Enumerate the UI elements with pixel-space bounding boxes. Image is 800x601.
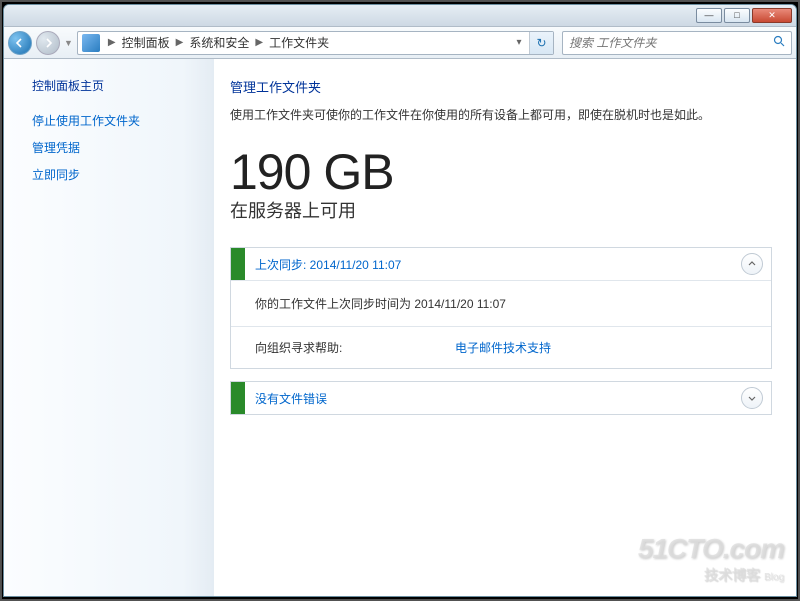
main-content: 管理工作文件夹 使用工作文件夹可使你的工作文件在你使用的所有设备上都可用，即使在…	[214, 59, 796, 596]
sync-panel-header[interactable]: 上次同步: 2014/11/20 11:07	[231, 248, 771, 280]
error-panel-header[interactable]: 没有文件错误	[231, 382, 771, 414]
sync-panel-body: 你的工作文件上次同步时间为 2014/11/20 11:07	[231, 280, 771, 326]
refresh-button[interactable]: ↻	[529, 32, 553, 54]
error-status-panel: 没有文件错误	[230, 381, 772, 415]
email-support-link[interactable]: 电子邮件技术支持	[455, 339, 551, 356]
status-bar-icon	[231, 248, 245, 280]
close-button[interactable]: ✕	[752, 8, 792, 23]
chevron-down-icon[interactable]	[741, 387, 763, 409]
chevron-right-icon[interactable]: ▶	[104, 37, 120, 48]
sidebar-link-sync-now[interactable]: 立即同步	[32, 166, 214, 183]
sync-panel-title: 上次同步: 2014/11/20 11:07	[245, 256, 741, 273]
search-box[interactable]	[562, 31, 792, 55]
chevron-right-icon[interactable]: ▶	[172, 37, 188, 48]
sync-panel-help: 向组织寻求帮助: 电子邮件技术支持	[231, 326, 771, 368]
page-description: 使用工作文件夹可使你的工作文件在你使用的所有设备上都可用，即使在脱机时也是如此。	[230, 106, 772, 123]
nav-toolbar: ▼ ▶ 控制面板 ▶ 系统和安全 ▶ 工作文件夹 ▾ ↻	[4, 27, 796, 59]
explorer-window: — □ ✕ ▼ ▶ 控制面板 ▶ 系统和安全 ▶ 工作文件夹 ▾ ↻	[3, 4, 797, 597]
sidebar: 控制面板主页 停止使用工作文件夹 管理凭据 立即同步	[4, 59, 214, 596]
back-button[interactable]	[8, 31, 32, 55]
maximize-button[interactable]: □	[724, 8, 750, 23]
sidebar-link-credentials[interactable]: 管理凭据	[32, 139, 214, 156]
search-input[interactable]	[563, 36, 767, 50]
address-dropdown-icon[interactable]: ▾	[509, 37, 529, 48]
quota-value: 190 GB	[230, 147, 772, 197]
chevron-right-icon[interactable]: ▶	[251, 37, 267, 48]
title-bar: — □ ✕	[4, 5, 796, 27]
help-label: 向组织寻求帮助:	[255, 339, 455, 356]
chevron-up-icon[interactable]	[741, 253, 763, 275]
breadcrumb: ▶ 控制面板 ▶ 系统和安全 ▶ 工作文件夹	[104, 34, 331, 51]
quota-label: 在服务器上可用	[230, 197, 772, 223]
breadcrumb-item[interactable]: 工作文件夹	[267, 34, 331, 51]
status-bar-icon	[231, 382, 245, 414]
sync-status-panel: 上次同步: 2014/11/20 11:07 你的工作文件上次同步时间为 201…	[230, 247, 772, 369]
search-icon[interactable]	[767, 35, 791, 50]
control-panel-icon	[82, 34, 100, 52]
history-dropdown-icon[interactable]: ▼	[64, 38, 73, 48]
forward-button[interactable]	[36, 31, 60, 55]
control-panel-home-link[interactable]: 控制面板主页	[32, 77, 214, 94]
breadcrumb-item[interactable]: 系统和安全	[187, 34, 251, 51]
breadcrumb-item[interactable]: 控制面板	[120, 34, 172, 51]
error-panel-title: 没有文件错误	[245, 390, 741, 407]
sidebar-link-stop[interactable]: 停止使用工作文件夹	[32, 112, 214, 129]
minimize-button[interactable]: —	[696, 8, 722, 23]
address-bar[interactable]: ▶ 控制面板 ▶ 系统和安全 ▶ 工作文件夹 ▾ ↻	[77, 31, 554, 55]
page-title: 管理工作文件夹	[230, 77, 772, 96]
